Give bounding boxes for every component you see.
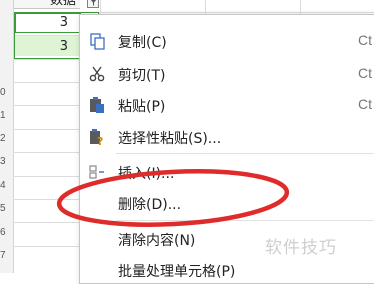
watermark: 软件技巧 — [265, 238, 337, 258]
